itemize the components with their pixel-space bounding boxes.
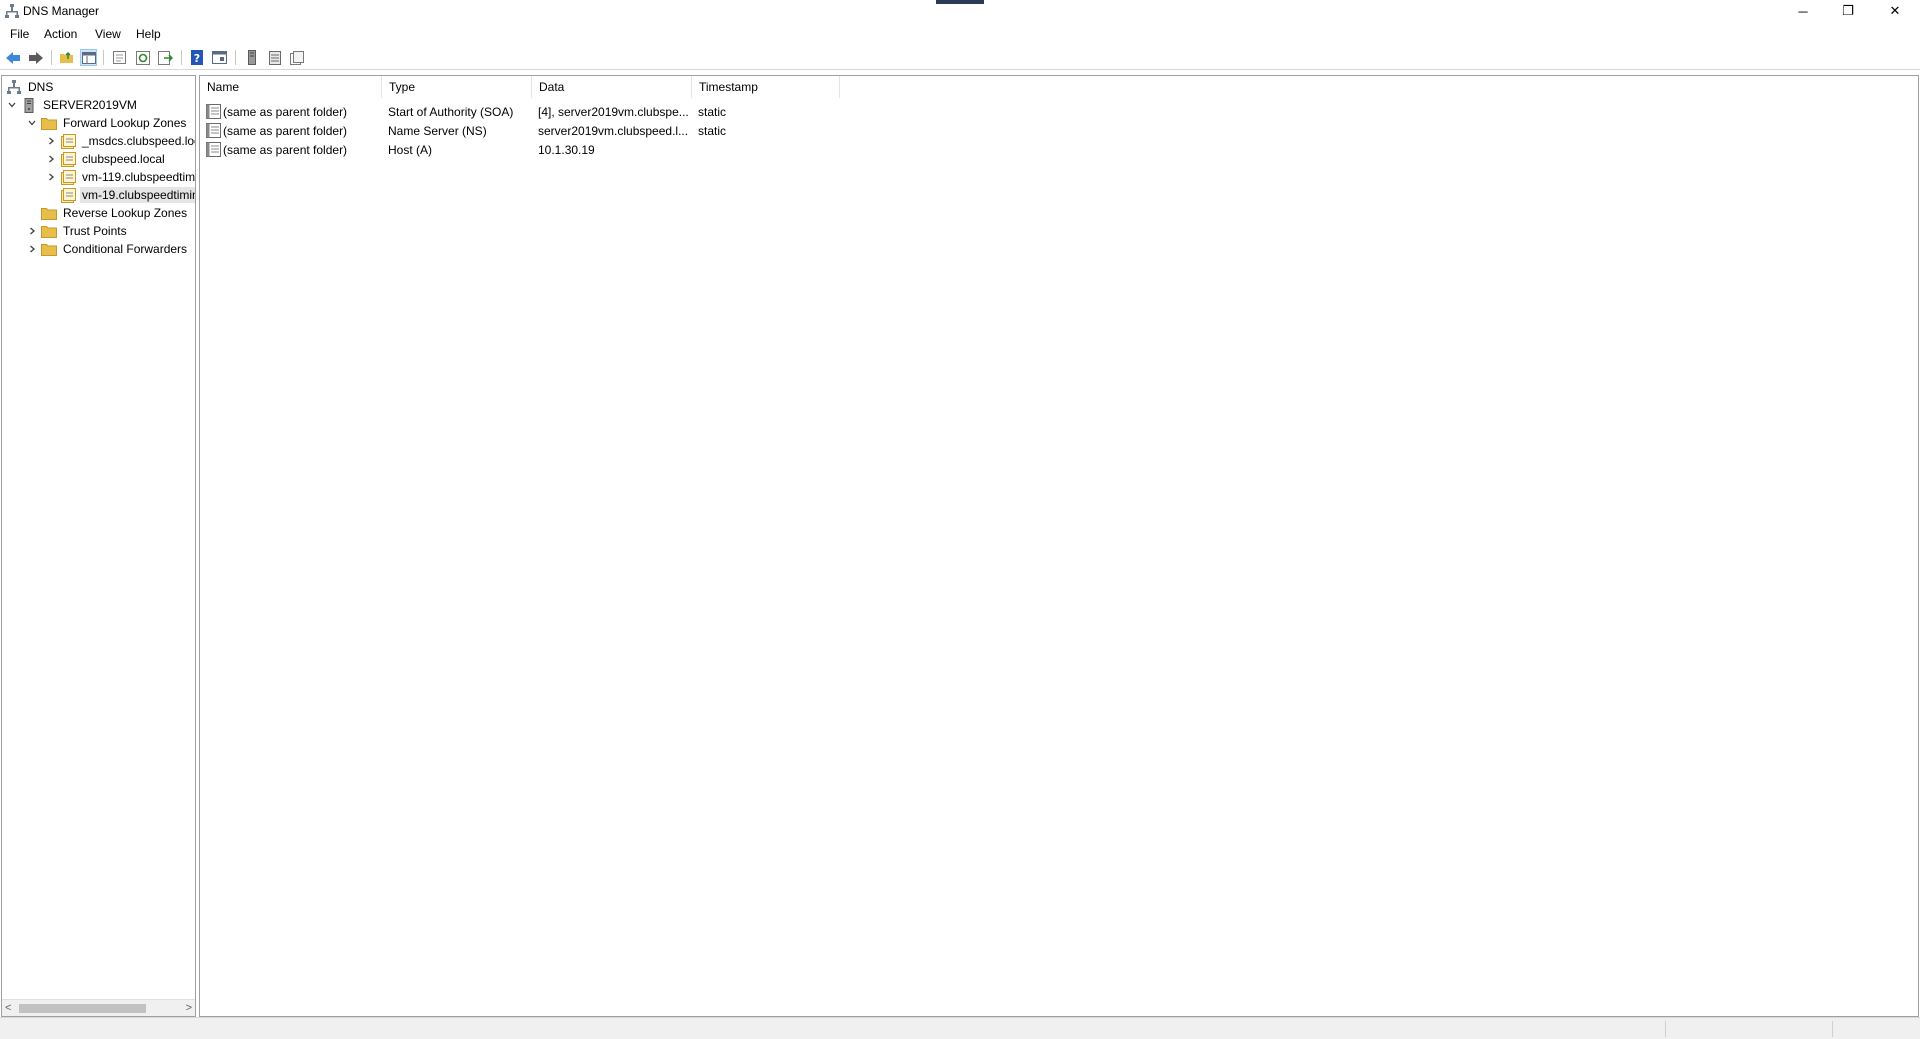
tree-label: SERVER2019VM	[43, 98, 137, 112]
export-list-icon[interactable]	[157, 49, 174, 66]
menu-file[interactable]: File	[10, 27, 29, 41]
cell-data: server2019vm.clubspeed.l...	[538, 124, 688, 138]
dns-manager-app-icon	[5, 4, 19, 18]
tree-item-forward-lookup-zones[interactable]: Forward Lookup Zones	[26, 114, 188, 132]
tree-item-server[interactable]: SERVER2019VM	[6, 96, 139, 114]
toolbar-separator	[235, 50, 236, 65]
cell-type: Start of Authority (SOA)	[388, 105, 514, 119]
tree-item-reverse-lookup-zones[interactable]: Reverse Lookup Zones	[41, 204, 189, 222]
toolbar-separator	[103, 50, 104, 65]
column-header-name[interactable]: Name	[200, 76, 382, 98]
scroll-left-icon[interactable]: <	[5, 1002, 11, 1014]
record-icon[interactable]	[288, 49, 305, 66]
toolbar-separator	[51, 50, 52, 65]
record-icon	[206, 142, 221, 157]
svg-text:?: ?	[193, 52, 199, 65]
chevron-right-icon[interactable]	[45, 171, 57, 183]
chevron-right-icon[interactable]	[45, 153, 57, 165]
table-row[interactable]: (same as parent folder) Start of Authori…	[200, 102, 1200, 121]
chevron-down-icon[interactable]	[26, 117, 38, 129]
chevron-right-icon[interactable]	[26, 225, 38, 237]
scroll-thumb[interactable]	[19, 1004, 146, 1013]
folder-icon	[41, 223, 57, 239]
zone-list-icon[interactable]	[266, 49, 283, 66]
column-header-timestamp[interactable]: Timestamp	[692, 76, 840, 98]
toolbar: ?	[0, 45, 1920, 70]
cell-name: (same as parent folder)	[223, 105, 348, 119]
menu-bar: File Action View Help	[0, 24, 1920, 44]
column-header-type[interactable]: Type	[382, 76, 532, 98]
zone-icon	[60, 169, 76, 185]
tree-label: _msdcs.clubspeed.local	[82, 134, 195, 148]
zone-icon	[60, 151, 76, 167]
refresh-icon[interactable]	[134, 49, 151, 66]
tree-horizontal-scrollbar[interactable]: < >	[2, 999, 195, 1016]
title-bar: DNS Manager ─ ❐ ✕	[0, 0, 1920, 24]
menu-action[interactable]: Action	[44, 27, 77, 41]
zone-icon	[60, 133, 76, 149]
mmc-icon[interactable]	[211, 49, 228, 66]
dns-icon	[6, 79, 22, 95]
status-divider	[1832, 1021, 1833, 1037]
cell-timestamp: static	[698, 124, 727, 138]
console-tree[interactable]: DNS SERVER2019VM Forward Lookup Zones _m…	[1, 75, 196, 1017]
tree-label: Reverse Lookup Zones	[63, 206, 188, 220]
record-icon	[206, 123, 221, 138]
up-folder-icon[interactable]	[58, 49, 75, 66]
tree-item-zone[interactable]: clubspeed.local	[45, 150, 167, 168]
tree-item-trust-points[interactable]: Trust Points	[26, 222, 129, 240]
forward-arrow-icon[interactable]	[27, 49, 44, 66]
cell-data: 10.1.30.19	[538, 143, 595, 157]
status-bar	[0, 1017, 1920, 1039]
cell-name: (same as parent folder)	[223, 124, 348, 138]
tree-label: Forward Lookup Zones	[63, 116, 187, 130]
menu-view[interactable]: View	[95, 27, 121, 41]
cell-data: [4], server2019vm.clubspe...	[538, 105, 688, 119]
toolbar-separator	[181, 50, 182, 65]
column-header-data[interactable]: Data	[532, 76, 692, 98]
tree-label: clubspeed.local	[82, 152, 165, 166]
status-divider	[1665, 1021, 1666, 1037]
tree-item-zone-selected[interactable]: vm-19.clubspeedtiming.com	[60, 186, 195, 204]
record-list-view[interactable]: Name Type Data Timestamp (same as parent…	[199, 75, 1919, 1017]
title-accent-bar	[936, 0, 984, 4]
restore-button[interactable]: ❐	[1825, 0, 1871, 22]
tree-item-dns[interactable]: DNS	[6, 78, 55, 96]
table-row[interactable]: (same as parent folder) Name Server (NS)…	[200, 121, 1200, 140]
folder-icon	[41, 115, 57, 131]
table-row[interactable]: (same as parent folder) Host (A) 10.1.30…	[200, 140, 1200, 159]
window-title: DNS Manager	[23, 4, 100, 18]
chevron-down-icon[interactable]	[6, 99, 18, 111]
cell-timestamp: static	[698, 105, 727, 119]
help-icon[interactable]: ?	[188, 49, 205, 66]
show-hide-tree-icon[interactable]	[80, 49, 97, 66]
cell-type: Name Server (NS)	[388, 124, 487, 138]
minimize-button[interactable]: ─	[1780, 0, 1826, 22]
scroll-right-icon[interactable]: >	[186, 1002, 192, 1014]
tree-label: vm-19.clubspeedtiming.com	[80, 187, 195, 203]
tree-label: DNS	[28, 80, 54, 94]
properties-icon[interactable]	[111, 49, 128, 66]
chevron-right-icon[interactable]	[45, 135, 57, 147]
close-button[interactable]: ✕	[1872, 0, 1918, 22]
server-icon	[21, 97, 37, 113]
tree-item-conditional-forwarders[interactable]: Conditional Forwarders	[26, 240, 189, 258]
server-icon[interactable]	[243, 49, 260, 66]
chevron-right-icon[interactable]	[26, 243, 38, 255]
folder-icon	[41, 205, 57, 221]
folder-icon	[41, 241, 57, 257]
tree-label: vm-119.clubspeedtiming.com	[82, 170, 196, 184]
zone-icon	[60, 187, 76, 203]
tree-label: Trust Points	[63, 224, 127, 238]
tree-item-zone[interactable]: vm-119.clubspeedtiming.com	[45, 168, 196, 186]
menu-help[interactable]: Help	[136, 27, 161, 41]
tree-item-zone[interactable]: _msdcs.clubspeed.local	[45, 132, 195, 150]
cell-name: (same as parent folder)	[223, 143, 348, 157]
cell-type: Host (A)	[388, 143, 433, 157]
record-icon	[206, 104, 221, 119]
tree-label: Conditional Forwarders	[63, 242, 188, 256]
back-arrow-icon[interactable]	[4, 49, 21, 66]
